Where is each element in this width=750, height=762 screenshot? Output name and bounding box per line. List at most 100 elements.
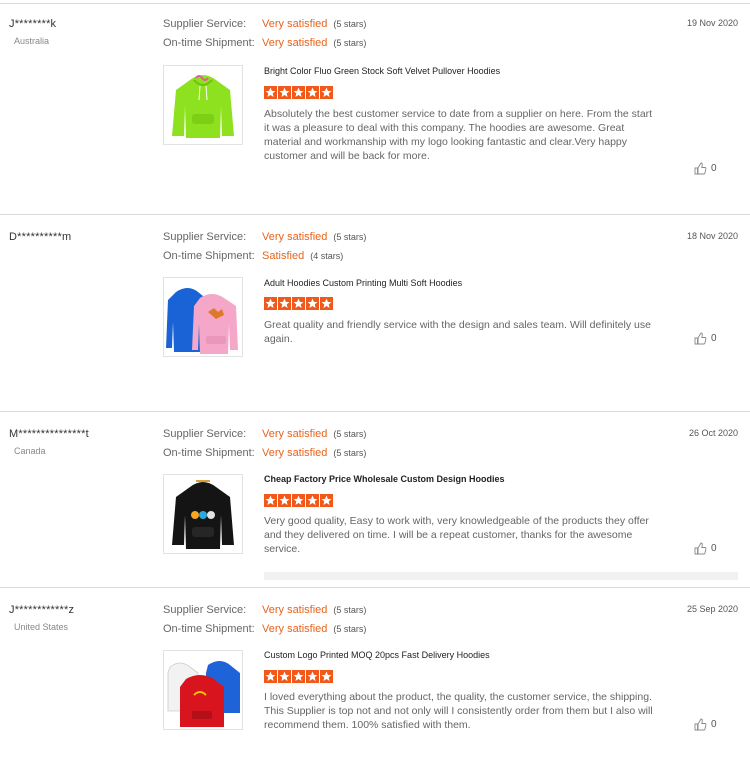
reviewer-name: M***************t xyxy=(9,428,89,440)
product-title[interactable]: Cheap Factory Price Wholesale Custom Des… xyxy=(264,474,505,484)
like-button[interactable]: 0 xyxy=(694,332,717,345)
supplier-service-label: Supplier Service: xyxy=(163,428,247,440)
ontime-shipment-label: On-time Shipment: xyxy=(163,447,255,459)
reviewer-name: J************z xyxy=(9,604,75,616)
thumbs-up-icon xyxy=(694,332,707,345)
ontime-shipment-label: On-time Shipment: xyxy=(163,37,255,49)
supplier-service-label: Supplier Service: xyxy=(163,18,247,30)
star-icon xyxy=(264,297,277,310)
supplier-service-stars: (5 stars) xyxy=(333,429,367,439)
review-date: 19 Nov 2020 xyxy=(686,18,738,28)
fade-bar xyxy=(264,572,738,580)
review-star-rating xyxy=(264,670,334,683)
like-button[interactable]: 0 xyxy=(694,718,717,731)
like-button[interactable]: 0 xyxy=(694,162,717,175)
review-comment: Great quality and friendly service with … xyxy=(264,319,651,345)
divider xyxy=(0,587,750,588)
star-icon xyxy=(306,86,319,99)
review-item: J************z United States Supplier Se… xyxy=(0,604,750,762)
product-title[interactable]: Adult Hoodies Custom Printing Multi Soft… xyxy=(264,278,462,288)
ontime-shipment-value: Very satisfied xyxy=(262,37,328,49)
reviewer-name: D**********m xyxy=(9,231,72,243)
divider xyxy=(0,411,750,412)
review-date: 18 Nov 2020 xyxy=(686,231,738,241)
ontime-shipment-row: On-time Shipment: Very satisfied (5 stars) xyxy=(163,447,366,459)
supplier-service-stars: (5 stars) xyxy=(333,605,367,615)
reviewer-country: United States xyxy=(14,622,69,632)
ontime-shipment-value: Satisfied xyxy=(262,250,305,262)
like-count: 0 xyxy=(711,543,717,555)
review-star-rating xyxy=(264,297,334,310)
review-comment: Absolutely the best customer service to … xyxy=(264,108,653,162)
review-comment: Very good quality, Easy to work with, ve… xyxy=(264,515,649,555)
product-image-green-hoodie[interactable] xyxy=(163,65,243,145)
star-icon xyxy=(278,297,291,310)
star-icon xyxy=(264,670,277,683)
product-title[interactable]: Bright Color Fluo Green Stock Soft Velve… xyxy=(264,66,500,76)
like-count: 0 xyxy=(711,333,717,345)
star-icon xyxy=(320,86,333,99)
divider xyxy=(0,214,750,215)
review-date: 26 Oct 2020 xyxy=(688,428,738,438)
like-count: 0 xyxy=(711,163,717,175)
ontime-shipment-stars: (5 stars) xyxy=(333,448,367,458)
ontime-shipment-stars: (5 stars) xyxy=(333,38,367,48)
star-icon xyxy=(292,86,305,99)
review-item: J********k Australia Supplier Service: Ve… xyxy=(0,18,750,213)
star-icon xyxy=(292,670,305,683)
supplier-service-row: Supplier Service: Very satisfied (5 stars) xyxy=(163,18,366,30)
thumbs-up-icon xyxy=(694,718,707,731)
star-icon xyxy=(292,494,305,507)
like-button[interactable]: 0 xyxy=(694,542,717,555)
reviewer-country: Canada xyxy=(14,446,46,456)
star-icon xyxy=(320,494,333,507)
star-icon xyxy=(306,670,319,683)
star-icon xyxy=(264,86,277,99)
supplier-service-label: Supplier Service: xyxy=(163,231,247,243)
star-icon xyxy=(320,297,333,310)
ontime-shipment-value: Very satisfied xyxy=(262,623,328,635)
ontime-shipment-stars: (4 stars) xyxy=(310,251,344,261)
ontime-shipment-row: On-time Shipment: Very satisfied (5 stars) xyxy=(163,37,366,49)
star-icon xyxy=(278,86,291,99)
star-icon xyxy=(292,297,305,310)
review-star-rating xyxy=(264,86,334,99)
product-image-blue-pink-hoodies[interactable] xyxy=(163,277,243,357)
ontime-shipment-label: On-time Shipment: xyxy=(163,623,255,635)
ontime-shipment-label: On-time Shipment: xyxy=(163,250,255,262)
star-icon xyxy=(278,494,291,507)
supplier-service-row: Supplier Service: Very satisfied (5 stars) xyxy=(163,428,366,440)
ontime-shipment-row: On-time Shipment: Satisfied (4 stars) xyxy=(163,250,343,262)
review-item: D**********m Supplier Service: Very satis… xyxy=(0,231,750,411)
star-icon xyxy=(264,494,277,507)
divider-top xyxy=(0,3,750,4)
supplier-service-value: Very satisfied xyxy=(262,18,328,30)
thumbs-up-icon xyxy=(694,162,707,175)
reviewer-name: J********k xyxy=(9,18,57,30)
star-icon xyxy=(278,670,291,683)
review-comment: I loved everything about the product, th… xyxy=(264,691,653,731)
ontime-shipment-row: On-time Shipment: Very satisfied (5 stars) xyxy=(163,623,366,635)
product-image-black-hoodie[interactable] xyxy=(163,474,243,554)
star-icon xyxy=(306,297,319,310)
star-icon xyxy=(306,494,319,507)
reviewer-country: Australia xyxy=(14,36,50,46)
review-star-rating xyxy=(264,494,334,507)
ontime-shipment-stars: (5 stars) xyxy=(333,624,367,634)
supplier-service-stars: (5 stars) xyxy=(333,232,367,242)
review-item: M***************t Canada Supplier Servic… xyxy=(0,428,750,588)
thumbs-up-icon xyxy=(694,542,707,555)
product-image-multi-color-hoodies[interactable] xyxy=(163,650,243,730)
supplier-service-value: Very satisfied xyxy=(262,428,328,440)
star-icon xyxy=(320,670,333,683)
supplier-service-value: Very satisfied xyxy=(262,604,328,616)
ontime-shipment-value: Very satisfied xyxy=(262,447,328,459)
like-count: 0 xyxy=(711,719,717,731)
supplier-service-stars: (5 stars) xyxy=(333,19,367,29)
supplier-service-label: Supplier Service: xyxy=(163,604,247,616)
supplier-service-value: Very satisfied xyxy=(262,231,328,243)
product-title[interactable]: Custom Logo Printed MOQ 20pcs Fast Deliv… xyxy=(264,650,490,660)
review-date: 25 Sep 2020 xyxy=(686,604,738,614)
supplier-service-row: Supplier Service: Very satisfied (5 stars) xyxy=(163,231,366,243)
supplier-service-row: Supplier Service: Very satisfied (5 stars) xyxy=(163,604,366,616)
